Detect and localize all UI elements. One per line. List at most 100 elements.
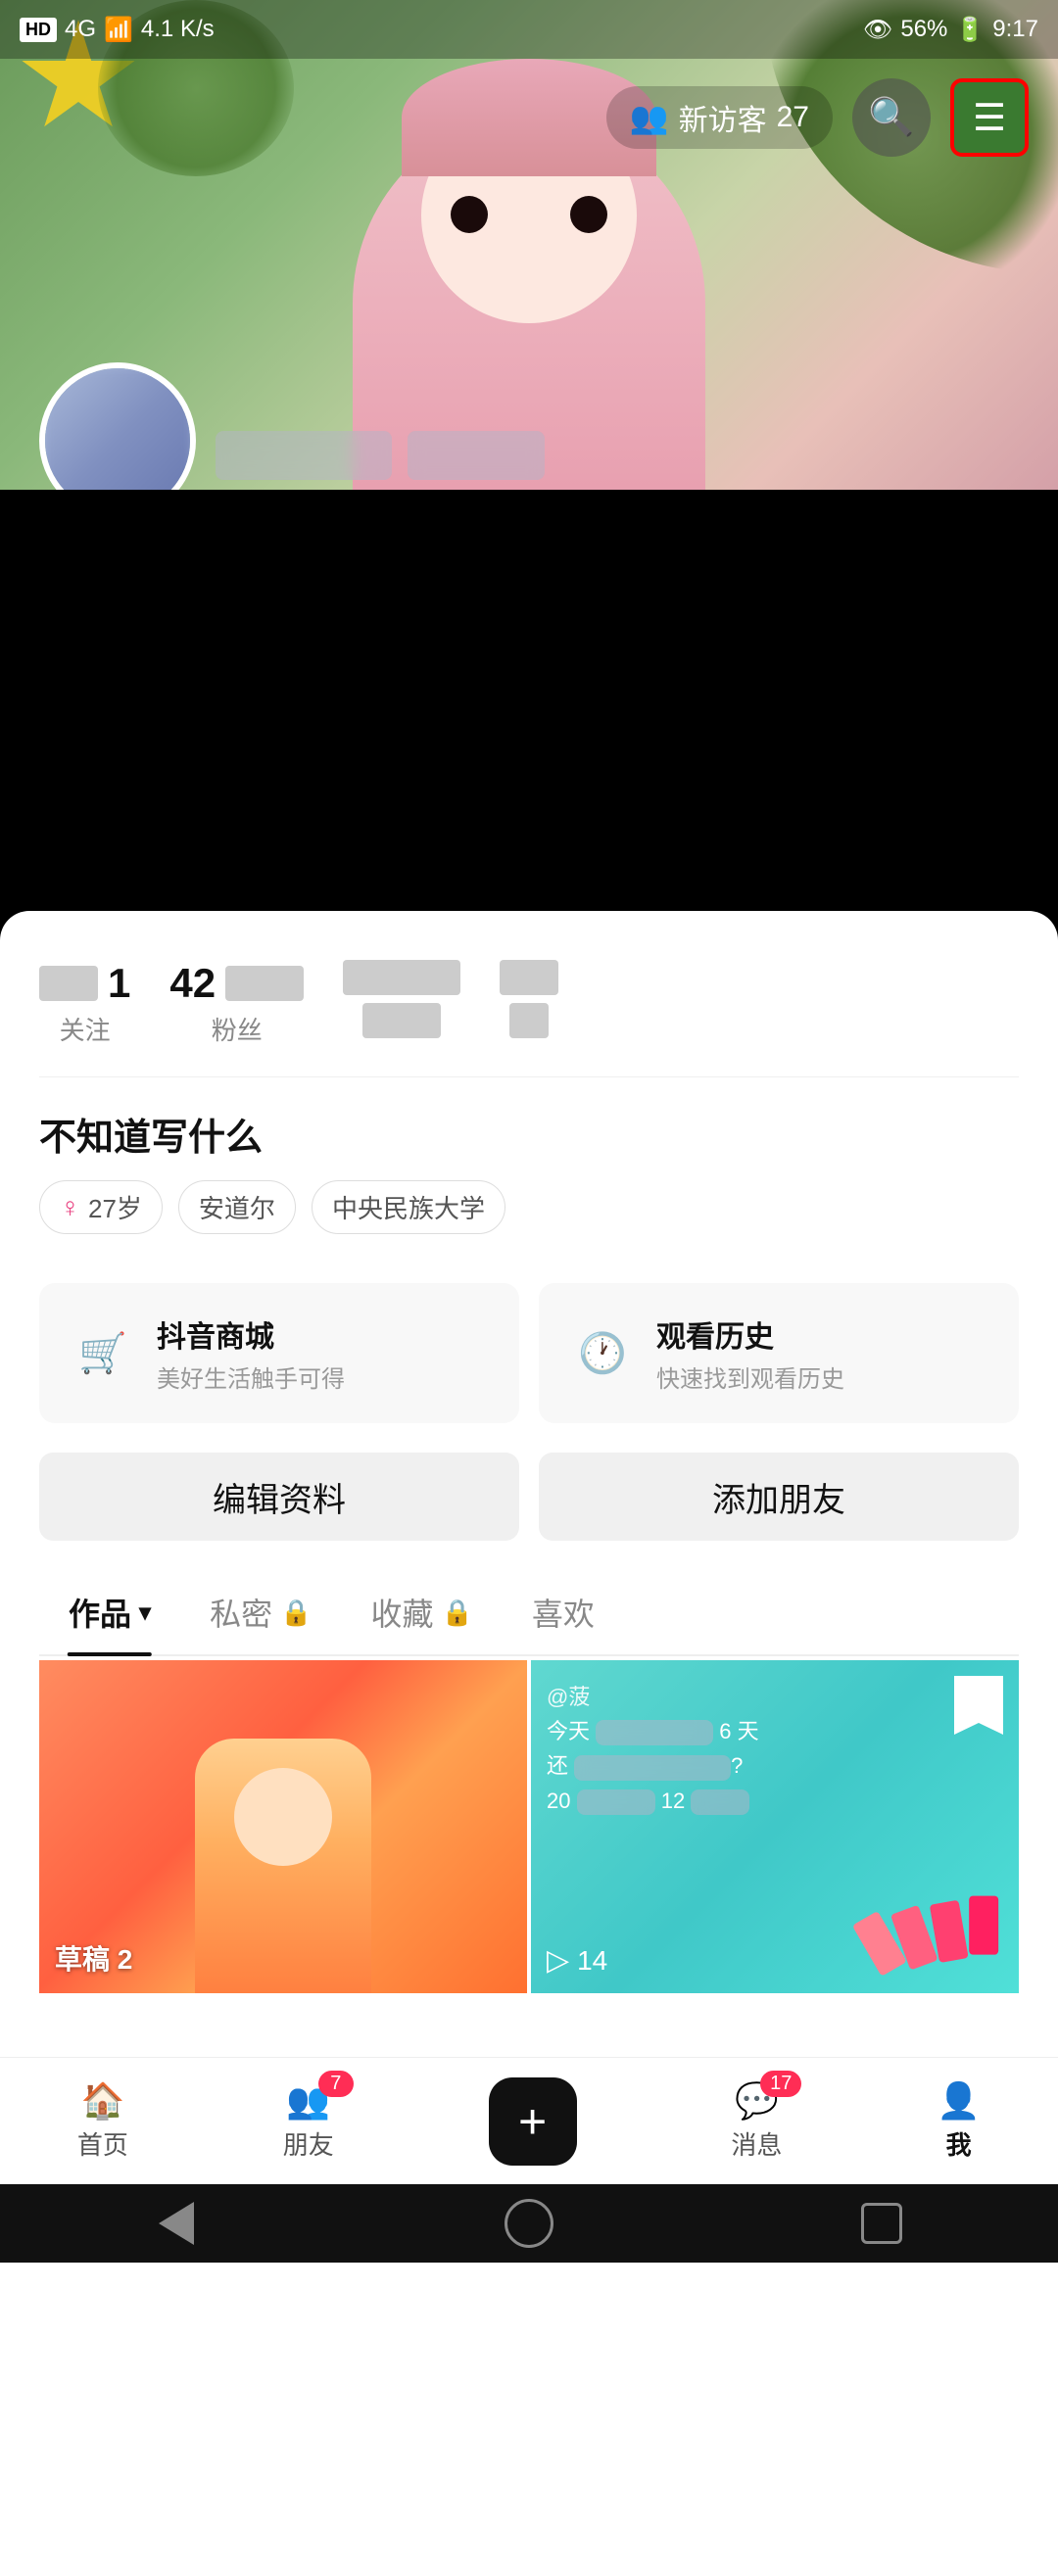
friends-badge: 7 (318, 2071, 354, 2097)
avatar-image (45, 368, 190, 490)
tags-row: ♀ 27岁 安道尔 中央民族大学 (39, 1180, 1019, 1234)
tabs-row: 作品 ▾ 私密 🔒 收藏 🔒 喜欢 (39, 1570, 1019, 1656)
history-icon: 🕐 (568, 1319, 637, 1388)
plus-icon: + (518, 2093, 547, 2150)
nav-create[interactable]: + (489, 2077, 577, 2166)
profile-avatar (39, 362, 196, 490)
stat-followers-label: 粉丝 (212, 1011, 263, 1047)
messages-badge: 17 (760, 2071, 801, 2097)
nav-friends-label: 朋友 (283, 2125, 334, 2162)
bio-section: 不知道写什么 ♀ 27岁 安道尔 中央民族大学 (39, 1077, 1019, 1254)
main-card: 1 关注 42 粉丝 不知道写什么 ♀ 27岁 (0, 911, 1058, 2576)
nav-me[interactable]: 👤 我 (937, 2080, 981, 2162)
overlay-line-4: 20 12 (547, 1784, 1003, 1818)
create-button[interactable]: + (489, 2077, 577, 2166)
header-actions: 👥 新访客 27 🔍 ☰ (0, 59, 1058, 176)
overlay-line-3: 还 ? (547, 1748, 1003, 1783)
name-blur-2 (408, 431, 545, 480)
tag-location[interactable]: 安道尔 (178, 1180, 296, 1234)
android-recent-button[interactable] (852, 2194, 911, 2253)
tab-private[interactable]: 私密 🔒 (180, 1570, 341, 1654)
history-card[interactable]: 🕐 观看历史 快速找到观看历史 (539, 1283, 1019, 1423)
status-right: 👁 56% 🔋 9:17 (863, 16, 1038, 44)
play-icon: ▷ (547, 1943, 569, 1978)
visitors-label: 新访客 (679, 96, 767, 139)
home-icon: 🏠 (81, 2080, 125, 2122)
video-cell-draft[interactable]: 草稿 2 (39, 1660, 527, 1993)
android-home-button[interactable] (500, 2194, 558, 2253)
stat-extra-label-blur (509, 1003, 549, 1038)
video-overlay-text: @菠 今天 6 天 还 ? 20 12 (547, 1680, 1003, 1818)
nav-friends[interactable]: 👥 朋友 7 (283, 2080, 334, 2162)
play-count-value: 14 (577, 1945, 607, 1977)
status-left: HD 4G 📶 4.1 K/s (20, 16, 215, 44)
tag-university[interactable]: 中央民族大学 (312, 1180, 505, 1234)
shop-icon: 🛒 (69, 1319, 137, 1388)
recent-square-icon (861, 2203, 902, 2244)
tab-works-arrow: ▾ (139, 1598, 151, 1627)
stat-likes-label-blur (362, 1003, 441, 1038)
android-nav (0, 2184, 1058, 2263)
tab-favorites-label: 收藏 (370, 1590, 433, 1635)
video-grid: 草稿 2 @菠 今天 6 天 还 ? 20 12 ▷ 14 (39, 1660, 1019, 1993)
stat-likes[interactable] (343, 960, 460, 1047)
visitors-button[interactable]: 👥 新访客 27 (606, 86, 833, 149)
video-thumb-content (195, 1739, 371, 1993)
draft-label: 草稿 2 (55, 1938, 132, 1978)
tab-private-label: 私密 (210, 1590, 272, 1635)
history-sub: 快速找到观看历史 (656, 1360, 844, 1394)
shop-title: 抖音商城 (157, 1312, 345, 1356)
nav-messages[interactable]: 💬 消息 17 (731, 2080, 782, 2162)
age-label: 27岁 (88, 1189, 142, 1225)
overlay-line-2: 今天 6 天 (547, 1714, 1003, 1748)
signal-4g: 4G (65, 16, 96, 43)
back-triangle-icon (159, 2202, 194, 2245)
tab-works-label: 作品 (69, 1590, 131, 1635)
menu-button[interactable]: ☰ (950, 78, 1029, 157)
stat-following-value: 1 (108, 960, 130, 1007)
edit-profile-button[interactable]: 编辑资料 (39, 1453, 519, 1541)
shop-card[interactable]: 🛒 抖音商城 美好生活触手可得 (39, 1283, 519, 1423)
cover-name-area (216, 431, 545, 480)
signal-bars: 📶 (104, 16, 133, 44)
bottom-nav: 🏠 首页 👥 朋友 7 + 💬 消息 17 👤 我 (0, 2057, 1058, 2184)
stat-followers[interactable]: 42 粉丝 (169, 960, 304, 1047)
university-label: 中央民族大学 (332, 1189, 485, 1225)
stat-following[interactable]: 1 关注 (39, 960, 130, 1047)
search-icon: 🔍 (868, 96, 914, 139)
status-bar: HD 4G 📶 4.1 K/s 👁 56% 🔋 9:17 (0, 0, 1058, 59)
quick-actions: 🛒 抖音商城 美好生活触手可得 🕐 观看历史 快速找到观看历史 (39, 1283, 1019, 1423)
home-circle-icon (505, 2199, 553, 2248)
battery-icon: 🔋 (955, 16, 985, 44)
add-friend-button[interactable]: 添加朋友 (539, 1453, 1019, 1541)
android-back-button[interactable] (147, 2194, 206, 2253)
tab-favorites[interactable]: 收藏 🔒 (341, 1570, 502, 1654)
video-cell-published[interactable]: @菠 今天 6 天 还 ? 20 12 ▷ 14 (531, 1660, 1019, 1993)
stats-row: 1 关注 42 粉丝 (39, 940, 1019, 1077)
nav-messages-label: 消息 (731, 2125, 782, 2162)
tab-works[interactable]: 作品 ▾ (39, 1570, 180, 1654)
nav-home[interactable]: 🏠 首页 (77, 2080, 128, 2162)
stat-likes-blur (343, 960, 460, 995)
tag-age[interactable]: ♀ 27岁 (39, 1180, 163, 1234)
name-blur-1 (216, 431, 392, 480)
shop-sub: 美好生活触手可得 (157, 1360, 345, 1394)
visitors-count: 27 (777, 101, 809, 134)
shop-text: 抖音商城 美好生活触手可得 (157, 1312, 345, 1394)
tab-private-lock: 🔒 (280, 1598, 312, 1628)
location-label: 安道尔 (199, 1189, 275, 1225)
stat-extra-blur (500, 960, 558, 995)
domino-visual (860, 1893, 1003, 1975)
stat-extra[interactable] (500, 960, 558, 1047)
eye-icon: 👁 (863, 16, 892, 44)
stat-following-blur (39, 966, 98, 1001)
search-button[interactable]: 🔍 (852, 78, 931, 157)
nav-home-label: 首页 (77, 2125, 128, 2162)
stat-followers-blur (225, 966, 304, 1001)
tab-likes[interactable]: 喜欢 (503, 1570, 624, 1654)
history-text: 观看历史 快速找到观看历史 (656, 1312, 844, 1394)
buttons-row: 编辑资料 添加朋友 (39, 1453, 1019, 1541)
play-count: ▷ 14 (547, 1943, 607, 1978)
hd-icon: HD (20, 18, 57, 42)
network-speed: 4.1 K/s (141, 16, 215, 43)
